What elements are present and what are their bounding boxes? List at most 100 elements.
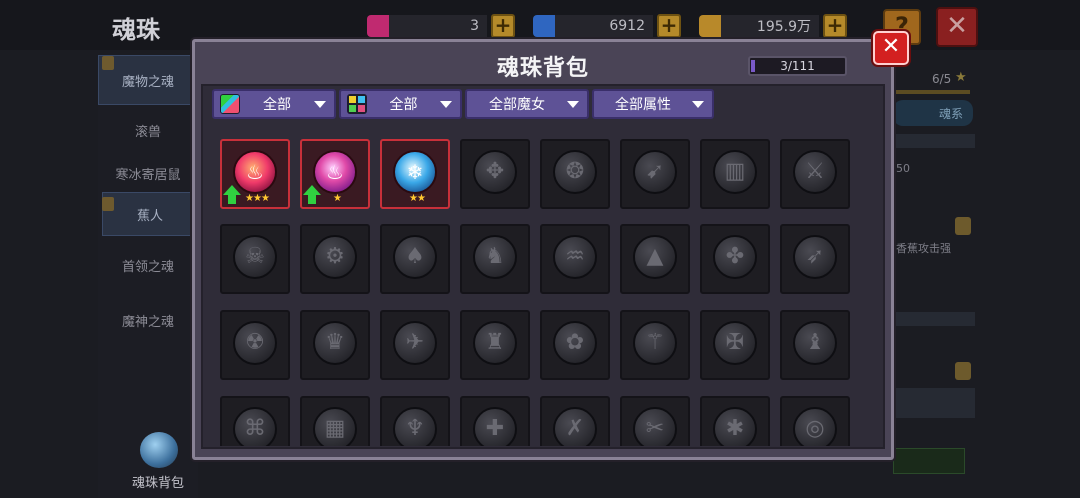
type-filter-label: 全部 (389, 97, 418, 113)
feather-soul-icon-glyph: ➹ (645, 159, 665, 184)
sidebar-item-ice-rat[interactable]: 寒冰寄居鼠 (98, 148, 198, 198)
demon-soul-icon-glyph: ♆ (405, 416, 425, 441)
info-badge-icon (102, 56, 114, 70)
witch-filter-label: 全部魔女 (489, 97, 545, 113)
locked-soul-slot[interactable]: ⌘ (220, 396, 290, 446)
locked-soul-slot[interactable]: ✥ (460, 139, 530, 209)
info-badge-icon[interactable] (955, 217, 971, 235)
staff-soul-icon-glyph: ⚚ (645, 330, 665, 355)
modal-close-button[interactable]: ✕ (873, 31, 909, 65)
owned-soul-slot[interactable]: ❄ ★★ (380, 139, 450, 209)
stat-value: 50 (896, 162, 910, 175)
claw-soul-icon-glyph: ♞ (485, 244, 505, 269)
locked-soul-slot[interactable]: ♒ (540, 224, 610, 294)
chevron-down-icon (440, 100, 452, 108)
star-rating: ★ (333, 193, 342, 204)
attribute-filter-dropdown[interactable]: 全部属性 (592, 89, 714, 119)
attribute-filter-label: 全部属性 (615, 97, 671, 113)
witch-filter-dropdown[interactable]: 全部魔女 (465, 89, 589, 119)
locked-soul-slot[interactable]: ✂ (620, 396, 690, 446)
info-badge-icon[interactable] (955, 362, 971, 380)
chain-soul-icon-glyph: ✠ (725, 330, 745, 355)
star-rating: ★★ (409, 193, 426, 204)
horn-soul-icon-glyph: ♝ (805, 330, 825, 355)
crown-soul-icon-glyph: ♛ (325, 330, 345, 355)
locked-soul-slot[interactable]: ⚚ (620, 310, 690, 380)
locked-soul-slot[interactable]: ▲ (620, 224, 690, 294)
locked-soul-slot[interactable]: ⚙ (300, 224, 370, 294)
knot-soul-icon-glyph: ✤ (725, 244, 745, 269)
soul-bag-label: 魂珠背包 (132, 476, 185, 491)
locked-soul-slot[interactable]: ♠ (380, 224, 450, 294)
pink-gem-counter: 3 + (367, 13, 515, 39)
locked-soul-slot[interactable]: ✤ (700, 224, 770, 294)
locked-soul-slot[interactable]: ♜ (460, 310, 530, 380)
locked-soul-slot[interactable]: ♝ (780, 310, 850, 380)
sidebar-item-demon-god-soul[interactable]: 魔神之魂 (98, 295, 198, 345)
locked-soul-slot[interactable]: ☢ (220, 310, 290, 380)
locked-soul-slot[interactable]: ♞ (460, 224, 530, 294)
locked-soul-slot[interactable]: ➶ (780, 224, 850, 294)
page-title: 魂珠 (112, 16, 160, 44)
add-blue-gem-button[interactable]: + (657, 14, 681, 38)
soul-count: 6/5 (932, 72, 952, 86)
locked-soul-slot[interactable]: ♛ (300, 310, 370, 380)
star-rating: ★★★ (245, 193, 270, 204)
gold-counter: 195.9万 + (699, 13, 847, 39)
locked-soul-slot[interactable]: ✱ (700, 396, 770, 446)
screen-close-button[interactable]: ✕ (936, 7, 978, 47)
panel-block (893, 388, 975, 418)
locked-soul-slot[interactable]: ✈ (380, 310, 450, 380)
locked-soul-slot[interactable]: ♆ (380, 396, 450, 446)
progress-line (893, 90, 970, 94)
equip-button[interactable] (893, 448, 965, 474)
skull-soul-icon-glyph: ☢ (245, 330, 265, 355)
sidebar-item-banana-man[interactable]: 蕉人 (102, 192, 198, 236)
owned-soul-slot[interactable]: ♨ ★ (300, 139, 370, 209)
wave-soul-icon-glyph: ♒ (565, 244, 585, 269)
panel-divider (893, 312, 975, 326)
panel-divider (893, 134, 975, 148)
soul-bag-icon[interactable] (140, 432, 178, 468)
sidebar-item-boss-soul[interactable]: 首领之魂 (98, 240, 198, 290)
locked-soul-slot[interactable]: ▦ (300, 396, 370, 446)
color-filter-label: 全部 (263, 97, 291, 113)
locked-soul-slot[interactable]: ✚ (460, 396, 530, 446)
locked-soul-slot[interactable]: ⚔ (780, 139, 850, 209)
axe-soul-icon-glyph: ✥ (485, 159, 505, 184)
sword-soul-icon-glyph: ⚔ (805, 159, 825, 184)
hat-soul-icon-glyph: ▲ (646, 244, 664, 269)
chevron-down-icon (567, 100, 579, 108)
locked-soul-slot[interactable]: ➹ (620, 139, 690, 209)
rainbow-color-icon (220, 94, 240, 114)
maze-soul-icon-glyph: ▦ (324, 416, 346, 441)
owned-soul-slot[interactable]: ♨ ★★★ (220, 139, 290, 209)
locked-soul-slot[interactable]: ❂ (540, 139, 610, 209)
blue-ice-soul-icon-glyph: ❄ (406, 160, 424, 184)
add-pink-gem-button[interactable]: + (491, 14, 515, 38)
info-badge-icon (102, 197, 114, 211)
blue-gem-value: 6912 (555, 15, 653, 37)
locked-soul-slot[interactable]: ▥ (700, 139, 770, 209)
gear-soul-icon-glyph: ⚙ (325, 244, 345, 269)
bone-soul-icon-glyph: ✗ (565, 416, 585, 441)
star-soul-icon-glyph: ✱ (725, 416, 745, 441)
locked-soul-slot[interactable]: ☠ (220, 224, 290, 294)
add-gold-button[interactable]: + (823, 14, 847, 38)
spear-soul-icon-glyph: ➶ (805, 244, 825, 269)
cross-soul-icon-glyph: ✚ (485, 416, 505, 441)
color-filter-dropdown[interactable]: 全部 (212, 89, 336, 119)
locked-soul-slot[interactable]: ✠ (700, 310, 770, 380)
soul-tag[interactable]: 魂系 (893, 100, 973, 126)
locked-soul-slot[interactable]: ◎ (780, 396, 850, 446)
type-filter-dropdown[interactable]: 全部 (339, 89, 462, 119)
gold-value: 195.9万 (721, 15, 819, 37)
blade-soul-icon-glyph: ✂ (645, 416, 665, 441)
star-icon: ★ (955, 70, 967, 85)
locked-soul-slot[interactable]: ✿ (540, 310, 610, 380)
locked-soul-slot[interactable]: ✗ (540, 396, 610, 446)
tablet-soul-icon-glyph: ▥ (724, 159, 746, 184)
chevron-down-icon (314, 100, 326, 108)
wing-soul-icon-glyph: ✈ (405, 330, 425, 355)
chevron-down-icon (692, 100, 704, 108)
